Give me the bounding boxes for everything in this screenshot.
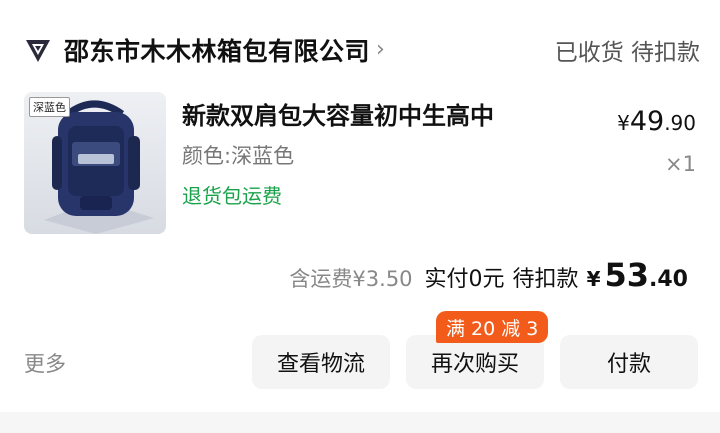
product-quantity: ×1 xyxy=(665,152,696,176)
shop-link[interactable]: 邵东市木木林箱包有限公司 › xyxy=(24,32,385,68)
total-decimal: .40 xyxy=(649,267,688,292)
shop-logo-icon xyxy=(24,36,52,64)
shop-name: 邵东市木木林箱包有限公司 xyxy=(64,37,371,66)
price-currency: ¥ xyxy=(617,111,630,135)
total-currency: ¥ xyxy=(586,267,601,291)
thumbnail-color-tag: 深蓝色 xyxy=(29,97,70,117)
paid-amount: 实付0元 xyxy=(424,267,505,292)
pending-label: 待扣款 xyxy=(512,267,579,292)
more-button[interactable]: 更多 xyxy=(24,348,66,378)
section-divider xyxy=(0,412,720,433)
product-item[interactable]: 深蓝色 新款双肩包大容量初中生高中 颜色:深蓝色 退货包运费 ¥49.90 ×1 xyxy=(24,92,700,236)
chevron-right-icon: › xyxy=(376,36,385,62)
pay-button[interactable]: 付款 xyxy=(560,335,698,389)
product-variant: 颜色:深蓝色 xyxy=(182,144,295,168)
return-policy: 退货包运费 xyxy=(182,184,282,208)
buy-again-button[interactable]: 再次购买 xyxy=(406,335,544,389)
order-status: 已收货 待扣款 xyxy=(554,40,700,66)
total-integer: 53 xyxy=(604,256,650,294)
product-thumbnail[interactable]: 深蓝色 xyxy=(24,92,166,234)
view-logistics-button[interactable]: 查看物流 xyxy=(252,335,390,389)
price-integer: 49 xyxy=(629,106,665,137)
shipping-fee: 含运费¥3.50 xyxy=(289,267,413,291)
promo-badge: 满 20 减 3 xyxy=(436,311,549,343)
product-title: 新款双肩包大容量初中生高中 xyxy=(182,102,494,130)
order-summary: 含运费¥3.50 实付0元 待扣款 ¥53.40 xyxy=(289,256,688,294)
price-decimal: .90 xyxy=(664,111,696,135)
product-price: ¥49.90 xyxy=(617,106,696,137)
order-header: 邵东市木木林箱包有限公司 › 已收货 待扣款 xyxy=(24,28,700,72)
